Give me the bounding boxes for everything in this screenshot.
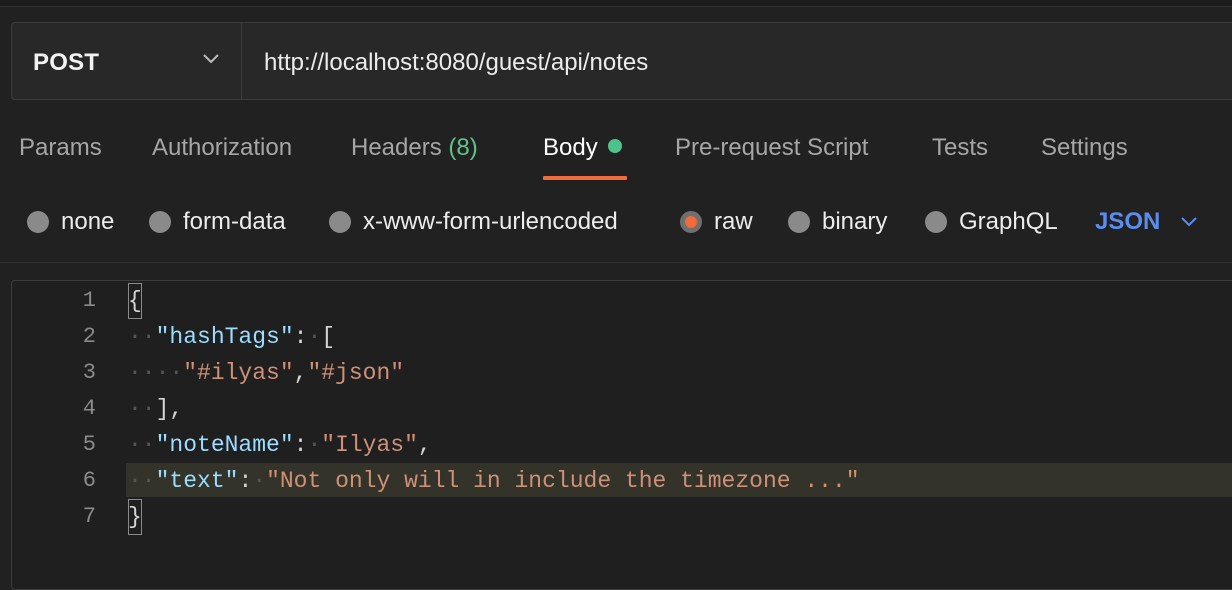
code-line: 3 ····"#ilyas","#json" [12,355,1232,391]
radio-graphql-label: GraphQL [959,208,1058,235]
radio-binary[interactable]: binary [788,204,887,240]
json-key: "text" [155,468,239,494]
code-editor[interactable]: 1 { 2 ··"hashTags":·[ 3 ····"#ilyas","#j… [11,280,1232,590]
code-line: 5 ··"noteName":·"Ilyas", [12,427,1232,463]
radio-circle-icon [27,211,49,233]
active-tab-indicator [543,176,627,180]
tab-authorization-label: Authorization [152,134,293,161]
code-text: ····"#ilyas","#json" [128,360,405,386]
json-colon: : [293,324,308,350]
tab-headers[interactable]: Headers (8) [351,134,478,182]
code-line: 1 { [12,283,1232,319]
radio-graphql[interactable]: GraphQL [925,204,1058,240]
code-text: ··"noteName":·"Ilyas", [128,432,432,458]
body-modified-dot-icon [607,139,622,153]
tab-pre-request-script[interactable]: Pre-request Script [675,134,868,182]
json-string: "#json" [307,360,405,386]
json-colon: : [238,468,253,494]
code-line: 4 ··], [12,391,1232,427]
line-number: 2 [82,324,96,349]
code-text: } [128,499,142,535]
radio-form-data[interactable]: form-data [149,204,286,240]
code-text: ··], [128,396,184,422]
radio-raw-label: raw [714,208,753,235]
json-bracket: ], [155,396,184,422]
json-key: "noteName" [155,432,294,458]
language-label: JSON [1095,208,1161,235]
body-type-selector: none form-data x-www-form-urlencoded raw… [0,204,1232,240]
tab-prerequest-label: Pre-request Script [675,134,869,161]
json-string: "Ilyas" [321,432,418,458]
radio-circle-icon [329,211,351,233]
line-number: 5 [82,432,96,457]
code-text: { [128,283,142,319]
radio-circle-icon [788,211,810,233]
tab-params[interactable]: Params [19,134,102,182]
code-text: ··"hashTags":·[ [128,324,336,350]
json-comma: , [293,360,308,386]
code-text: ··"text":·"Not only will in include the … [128,468,860,494]
line-number: 7 [82,504,96,529]
radio-form-data-label: form-data [183,208,286,235]
json-string: "#ilyas" [183,360,294,386]
line-number: 1 [82,288,96,313]
tab-headers-label: Headers [351,134,442,161]
tab-body-label: Body [543,134,598,161]
json-bracket: [ [321,324,336,350]
code-line: 7 } [12,499,1232,535]
tab-settings[interactable]: Settings [1041,134,1128,182]
radio-binary-label: binary [822,208,888,235]
tab-settings-label: Settings [1041,134,1128,161]
radio-circle-icon [149,211,171,233]
window-top-border [0,0,1232,7]
url-input[interactable]: http://localhost:8080/guest/api/notes [264,49,648,77]
line-number: 3 [82,360,96,385]
method-label: POST [33,49,100,76]
headers-count-badge: (8) [448,134,478,161]
tab-body[interactable]: Body [543,134,622,182]
line-number: 6 [82,468,96,493]
radio-raw[interactable]: raw [680,204,753,240]
json-colon: : [293,432,308,458]
tab-tests[interactable]: Tests [932,134,988,182]
json-key: "hashTags" [155,324,294,350]
tab-tests-label: Tests [932,134,989,161]
language-dropdown[interactable]: JSON [1095,204,1198,240]
line-number: 4 [82,396,96,421]
tab-params-label: Params [19,134,102,161]
chevron-down-icon [203,54,219,64]
method-dropdown[interactable]: POST [12,23,242,99]
open-brace: { [128,283,142,319]
chevron-down-icon [1181,217,1198,227]
code-line: 2 ··"hashTags":·[ [12,319,1232,355]
tab-authorization[interactable]: Authorization [152,134,292,182]
radio-none[interactable]: none [27,204,114,240]
json-comma: , [417,432,432,458]
request-url-bar: POST http://localhost:8080/guest/api/not… [11,22,1232,100]
section-divider [0,262,1232,263]
close-brace: } [128,499,142,535]
radio-urlencoded-label: x-www-form-urlencoded [363,208,618,235]
radio-x-www-form-urlencoded[interactable]: x-www-form-urlencoded [329,204,618,240]
radio-none-label: none [61,208,115,235]
radio-circle-icon [925,211,947,233]
code-line: 6 ··"text":·"Not only will in include th… [12,463,1232,499]
radio-checked-icon [680,211,702,233]
json-string: "Not only will in include the timezone .… [266,468,860,494]
